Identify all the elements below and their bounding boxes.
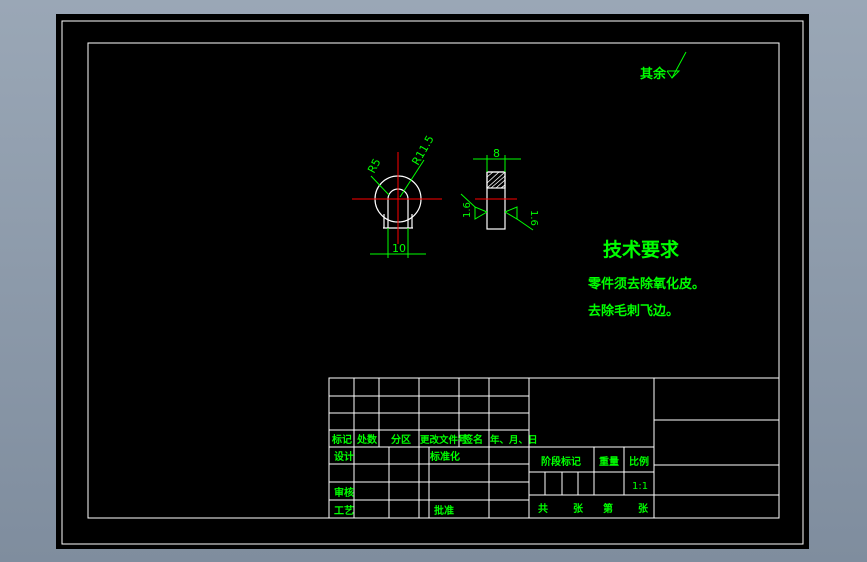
dim-radius-small: R5 bbox=[365, 156, 383, 175]
rev-header-mark: 标记 bbox=[331, 433, 352, 446]
sheet-total-unit: 张 bbox=[573, 502, 584, 515]
tech-line-1: 零件须去除氧化皮。 bbox=[587, 276, 705, 292]
dim-radius-large: R11.5 bbox=[409, 133, 436, 167]
tech-title: 技术要求 bbox=[603, 238, 680, 261]
sign-process: 工艺 bbox=[334, 504, 354, 517]
front-view: R5 R11.5 10 bbox=[352, 133, 442, 258]
roughness-symbol bbox=[666, 51, 687, 79]
drawing-sheet: 其余 R5 R11.5 10 8 1.6 1.6 技术要求 零件须去除氧化皮。 … bbox=[56, 14, 809, 549]
sign-review: 审核 bbox=[334, 486, 354, 499]
rev-header-count: 处数 bbox=[356, 433, 378, 446]
cad-drawing: 其余 R5 R11.5 10 8 1.6 1.6 技术要求 零件须去除氧化皮。 … bbox=[61, 20, 804, 545]
rev-header-sign: 签名 bbox=[462, 433, 483, 446]
scale-label: 比例 bbox=[629, 455, 649, 468]
roughness-left-value: 1.6 bbox=[462, 202, 473, 218]
title-block bbox=[328, 377, 780, 519]
sheet-no-label: 第 bbox=[603, 502, 613, 515]
rev-header-date: 年、月、日 bbox=[490, 434, 538, 446]
sign-design: 设计 bbox=[334, 450, 354, 463]
weight-label: 重量 bbox=[599, 455, 619, 468]
sheet-total-label: 共 bbox=[538, 502, 548, 515]
surface-note-label: 其余 bbox=[640, 66, 667, 82]
sheet-no-unit: 张 bbox=[638, 502, 649, 515]
side-view: 8 1.6 1.6 bbox=[460, 147, 539, 231]
scale-value: 1:1 bbox=[632, 481, 648, 492]
dim-thickness-top: 8 bbox=[493, 147, 500, 160]
stage-label: 阶段标记 bbox=[541, 455, 581, 468]
sign-standard: 标准化 bbox=[429, 450, 460, 463]
rev-header-doc: 更改文件号 bbox=[420, 434, 468, 446]
sign-approve: 批准 bbox=[434, 504, 454, 517]
tech-line-2: 去除毛刺飞边。 bbox=[588, 303, 679, 319]
roughness-right-value: 1.6 bbox=[528, 210, 539, 226]
rev-header-zone: 分区 bbox=[391, 433, 411, 446]
dim-width-bottom: 10 bbox=[392, 242, 406, 255]
